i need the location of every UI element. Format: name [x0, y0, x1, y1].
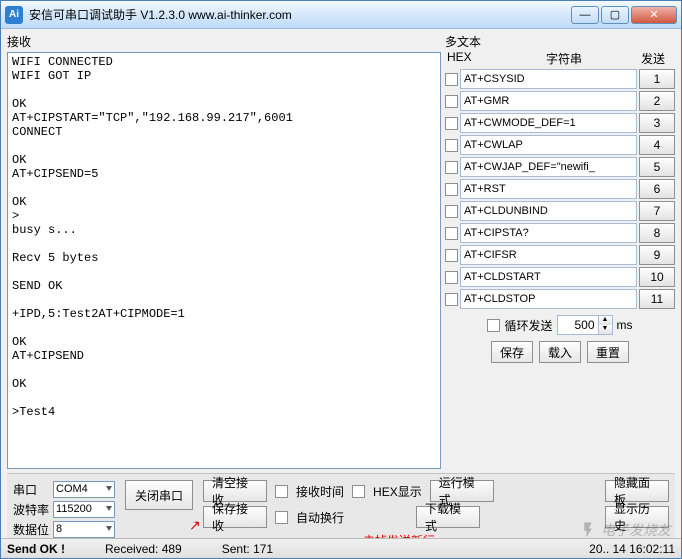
cmd-hex-checkbox[interactable]: [445, 205, 458, 218]
cmd-send-button[interactable]: 1: [639, 69, 675, 89]
status-time: 20.. 14 16:02:11: [589, 542, 675, 556]
cmd-input[interactable]: [460, 223, 637, 243]
cmd-hex-checkbox[interactable]: [445, 139, 458, 152]
databits-label: 数据位: [13, 521, 49, 538]
show-history-button[interactable]: 显示历史: [605, 506, 669, 528]
download-mode-button[interactable]: 下载模式: [416, 506, 480, 528]
port-combo[interactable]: COM4: [53, 481, 115, 498]
save-recv-button[interactable]: 保存接收: [203, 506, 267, 528]
hide-panel-button[interactable]: 隐藏面板: [605, 480, 669, 502]
cmd-send-button[interactable]: 11: [639, 289, 675, 309]
cmd-input[interactable]: [460, 267, 637, 287]
cmd-input[interactable]: [460, 245, 637, 265]
window-title: 安信可串口调试助手 V1.2.3.0 www.ai-thinker.com: [29, 6, 569, 23]
col-send: 发送: [633, 50, 673, 67]
cmd-row: 1: [445, 69, 675, 89]
cmd-input[interactable]: [460, 91, 637, 111]
cmd-hex-checkbox[interactable]: [445, 95, 458, 108]
cmd-send-button[interactable]: 5: [639, 157, 675, 177]
cmd-hex-checkbox[interactable]: [445, 117, 458, 130]
cmd-row: 7: [445, 201, 675, 221]
cmd-row: 11: [445, 289, 675, 309]
cmd-hex-checkbox[interactable]: [445, 271, 458, 284]
cmd-input[interactable]: [460, 113, 637, 133]
maximize-button[interactable]: ▢: [601, 6, 629, 24]
titlebar: Ai 安信可串口调试助手 V1.2.3.0 www.ai-thinker.com…: [1, 1, 681, 29]
cmd-row: 3: [445, 113, 675, 133]
load-button[interactable]: 载入: [539, 341, 581, 363]
loop-send-label: 循环发送: [504, 317, 552, 334]
cmd-row: 2: [445, 91, 675, 111]
loop-send-checkbox[interactable]: [487, 319, 500, 332]
cmd-input[interactable]: [460, 289, 637, 309]
loop-unit: ms: [617, 318, 633, 332]
hex-display-label: HEX显示: [373, 483, 422, 500]
cmd-row: 8: [445, 223, 675, 243]
baud-value: 115200: [56, 503, 92, 515]
multi-text-label: 多文本: [445, 33, 675, 50]
cmd-row: 6: [445, 179, 675, 199]
status-received: Received: 489: [105, 542, 182, 556]
databits-value: 8: [56, 523, 62, 535]
close-button[interactable]: ✕: [631, 6, 677, 24]
cmd-send-button[interactable]: 7: [639, 201, 675, 221]
run-mode-button[interactable]: 运行模式: [430, 480, 494, 502]
spin-down[interactable]: ▼: [598, 325, 612, 334]
cmd-send-button[interactable]: 6: [639, 179, 675, 199]
cmd-row: 5: [445, 157, 675, 177]
cmd-send-button[interactable]: 8: [639, 223, 675, 243]
loop-interval-input[interactable]: ▲▼: [557, 315, 613, 335]
cmd-hex-checkbox[interactable]: [445, 161, 458, 174]
cmd-hex-checkbox[interactable]: [445, 73, 458, 86]
cmd-hex-checkbox[interactable]: [445, 227, 458, 240]
port-label: 串口: [13, 481, 49, 498]
cmd-input[interactable]: [460, 135, 637, 155]
cmd-send-button[interactable]: 9: [639, 245, 675, 265]
recv-textarea[interactable]: WIFI CONNECTED WIFI GOT IP OK AT+CIPSTAR…: [7, 52, 441, 469]
recv-text: WIFI CONNECTED WIFI GOT IP OK AT+CIPSTAR…: [12, 55, 293, 419]
cmd-hex-checkbox[interactable]: [445, 183, 458, 196]
status-bar: Send OK ! Received: 489 Sent: 171 20.. 1…: [1, 538, 681, 558]
recv-label: 接收: [7, 33, 441, 50]
clear-recv-button[interactable]: 清空接收: [203, 480, 267, 502]
cmd-row: 10: [445, 267, 675, 287]
auto-wrap-label: 自动换行: [296, 509, 344, 526]
close-port-button[interactable]: 关闭串口: [125, 480, 193, 510]
baud-combo[interactable]: 115200: [53, 501, 115, 518]
cmd-input[interactable]: [460, 69, 637, 89]
cmd-send-button[interactable]: 4: [639, 135, 675, 155]
baud-label: 波特率: [13, 501, 49, 518]
cmd-hex-checkbox[interactable]: [445, 249, 458, 262]
databits-combo[interactable]: 8: [53, 521, 115, 538]
col-hex: HEX: [447, 50, 495, 67]
save-button[interactable]: 保存: [491, 341, 533, 363]
app-icon: Ai: [5, 6, 23, 24]
status-send-ok: Send OK !: [7, 542, 65, 556]
col-string: 字符串: [495, 50, 633, 67]
status-sent: Sent: 171: [222, 542, 273, 556]
cmd-hex-checkbox[interactable]: [445, 293, 458, 306]
cmd-row: 9: [445, 245, 675, 265]
cmd-send-button[interactable]: 10: [639, 267, 675, 287]
cmd-send-button[interactable]: 2: [639, 91, 675, 111]
recv-time-label: 接收时间: [296, 483, 344, 500]
auto-wrap-checkbox[interactable]: [275, 511, 288, 524]
cmd-input[interactable]: [460, 201, 637, 221]
cmd-row: 4: [445, 135, 675, 155]
minimize-button[interactable]: —: [571, 6, 599, 24]
spin-up[interactable]: ▲: [598, 316, 612, 325]
cmd-send-button[interactable]: 3: [639, 113, 675, 133]
cmd-input[interactable]: [460, 179, 637, 199]
hex-display-checkbox[interactable]: [352, 485, 365, 498]
cmd-input[interactable]: [460, 157, 637, 177]
loop-interval-value[interactable]: [558, 318, 598, 332]
reset-button[interactable]: 重置: [587, 341, 629, 363]
port-value: COM4: [56, 483, 88, 495]
recv-time-checkbox[interactable]: [275, 485, 288, 498]
